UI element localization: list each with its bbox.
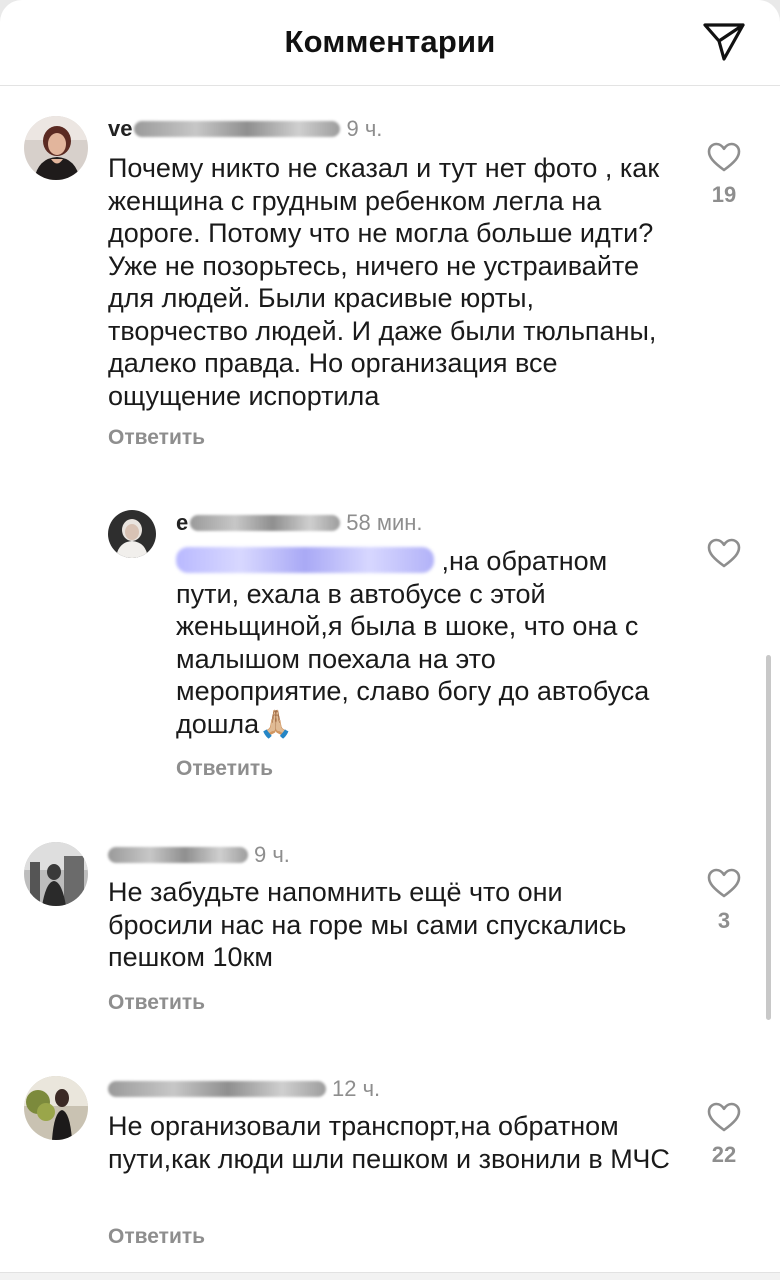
comment-time: 58 мин. <box>346 510 423 535</box>
praying-hands-emoji: 🙏🏼 <box>259 708 293 739</box>
comment-meta: 12 ч. <box>108 1076 380 1102</box>
heart-icon[interactable] <box>707 868 741 898</box>
comment-time: 12 ч. <box>332 1076 381 1101</box>
comment-text: ,на обратном пути, ехала в автобусе с эт… <box>176 545 656 740</box>
reply-button[interactable]: Ответить <box>176 757 273 781</box>
comment-meta: e 58 мин. <box>176 510 423 536</box>
avatar[interactable] <box>24 842 88 906</box>
like-column: 22 <box>696 1102 752 1168</box>
comments-sheet: Комментарии ve 9 ч. Почему никто не сказ… <box>0 0 780 1280</box>
username-redacted[interactable] <box>108 1081 326 1097</box>
avatar[interactable] <box>24 116 88 180</box>
username[interactable]: e <box>176 510 188 536</box>
username-redacted <box>190 515 341 531</box>
like-column <box>696 538 752 568</box>
comment-meta: ve 9 ч. <box>108 116 382 142</box>
comments-header: Комментарии <box>0 0 780 86</box>
comment-meta: 9 ч. <box>108 842 290 868</box>
avatar[interactable] <box>108 510 156 558</box>
send-icon <box>703 23 745 61</box>
bottom-divider <box>0 1272 780 1280</box>
comment-text-body: ,на обратном пути, ехала в автобусе с эт… <box>176 546 650 739</box>
reply-button[interactable]: Ответить <box>108 1225 205 1249</box>
like-count: 22 <box>711 1142 737 1167</box>
comment-text: Не организовали транспорт,на обратном пу… <box>108 1111 670 1174</box>
comment-text: Почему никто не сказал и тут нет фото , … <box>108 153 660 411</box>
comment-text: Не забудьте напомнить ещё что они бросил… <box>108 877 627 972</box>
username[interactable]: ve <box>108 116 132 142</box>
page-title: Комментарии <box>284 24 496 59</box>
heart-icon[interactable] <box>707 538 741 568</box>
heart-icon[interactable] <box>707 1102 741 1132</box>
comment-time: 9 ч. <box>346 116 383 141</box>
like-count: 19 <box>711 182 737 207</box>
mention-redacted[interactable] <box>176 547 434 573</box>
username-redacted <box>134 121 341 137</box>
like-count: 3 <box>717 908 731 933</box>
comment-time: 9 ч. <box>254 842 290 867</box>
share-button[interactable] <box>700 18 748 66</box>
reply-button[interactable]: Ответить <box>108 991 205 1015</box>
scrollbar[interactable] <box>766 655 771 1020</box>
like-column: 19 <box>696 142 752 208</box>
like-column: 3 <box>696 868 752 934</box>
heart-icon[interactable] <box>707 142 741 172</box>
username-redacted[interactable] <box>108 847 248 863</box>
avatar[interactable] <box>24 1076 88 1140</box>
reply-button[interactable]: Ответить <box>108 426 205 450</box>
